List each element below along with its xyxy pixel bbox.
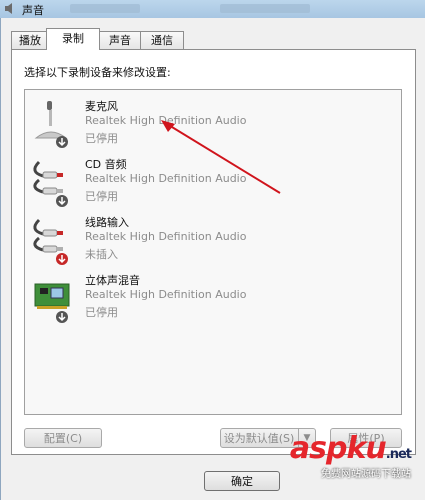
sound-dialog: 播放 录制 声音 通信 选择以下录制设备来修改设置: 麦克风 Realtek H… bbox=[0, 18, 425, 500]
window-title: 声音 bbox=[22, 4, 44, 17]
watermark-subtitle: 免费网站源码下载站 bbox=[321, 469, 411, 480]
configure-button[interactable]: 配置(C) bbox=[24, 428, 102, 448]
watermark-brand: aspku bbox=[289, 431, 387, 466]
blurred-title-area bbox=[220, 4, 310, 13]
tab-communications[interactable]: 通信 bbox=[140, 31, 184, 49]
device-name: 线路输入 bbox=[85, 216, 129, 229]
line-in-cable-icon bbox=[33, 218, 68, 265]
tab-sounds[interactable]: 声音 bbox=[97, 31, 143, 49]
sound-card-icon bbox=[34, 283, 70, 323]
device-name: 麦克风 bbox=[85, 100, 118, 113]
device-driver: Realtek High Definition Audio bbox=[85, 288, 247, 301]
watermark-tld: .net bbox=[385, 447, 412, 462]
ok-button[interactable]: 确定 bbox=[204, 471, 280, 491]
device-name: 立体声混音 bbox=[85, 274, 140, 287]
device-name: CD 音频 bbox=[85, 158, 127, 171]
microphone-icon bbox=[34, 101, 68, 148]
speaker-icon bbox=[5, 3, 12, 14]
device-list[interactable]: 麦克风 Realtek High Definition Audio 已停用 CD… bbox=[24, 89, 402, 415]
cd-audio-cable-icon bbox=[33, 160, 68, 207]
set-default-label: 设为默认值(S) bbox=[223, 432, 295, 445]
device-status: 已停用 bbox=[85, 306, 118, 319]
watermark: aspku.net 免费网站源码下载站 bbox=[289, 431, 412, 480]
tab-recording[interactable]: 录制 bbox=[46, 28, 100, 50]
device-status: 已停用 bbox=[85, 190, 118, 203]
device-item-line-in[interactable]: 线路输入 Realtek High Definition Audio 未插入 bbox=[25, 214, 401, 272]
recording-panel: 选择以下录制设备来修改设置: 麦克风 Realtek High Definiti… bbox=[11, 49, 416, 455]
device-status: 未插入 bbox=[85, 248, 118, 261]
annotation-arrow bbox=[161, 120, 281, 194]
device-status: 已停用 bbox=[85, 132, 118, 145]
tab-playback[interactable]: 播放 bbox=[11, 31, 49, 49]
instruction-text: 选择以下录制设备来修改设置: bbox=[24, 66, 171, 79]
blurred-title-area bbox=[70, 4, 140, 13]
device-item-stereo-mix[interactable]: 立体声混音 Realtek High Definition Audio 已停用 bbox=[25, 272, 401, 330]
title-bar: 声音 bbox=[0, 0, 425, 18]
device-driver: Realtek High Definition Audio bbox=[85, 230, 247, 243]
